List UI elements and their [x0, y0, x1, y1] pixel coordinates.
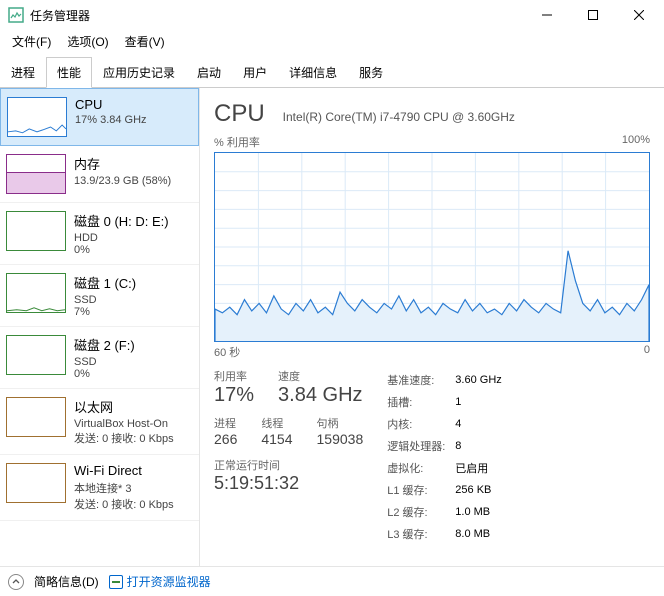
handle-value: 159038: [317, 431, 364, 447]
tab-users[interactable]: 用户: [232, 57, 278, 88]
spec-row: 虚拟化:已启用: [387, 458, 510, 478]
maximize-button[interactable]: [570, 0, 616, 30]
chart-label-bl: 60 秒: [214, 344, 240, 360]
spec-key: L3 缓存:: [387, 524, 453, 544]
thread-label: 线程: [261, 415, 292, 431]
spec-val: 1.0 MB: [455, 502, 509, 522]
app-icon: [8, 7, 24, 23]
close-button[interactable]: [616, 0, 662, 30]
sidebar: CPU 17% 3.84 GHz 内存 13.9/23.9 GB (58%) 磁…: [0, 88, 200, 566]
spec-key: 虚拟化:: [387, 458, 453, 478]
spec-key: 插槽:: [387, 392, 453, 412]
tab-services[interactable]: 服务: [348, 57, 394, 88]
menu-file[interactable]: 文件(F): [6, 31, 57, 52]
wifi-thumb: [6, 463, 66, 503]
sidebar-item-ethernet[interactable]: 以太网 VirtualBox Host-On 发送: 0 接收: 0 Kbps: [0, 389, 199, 455]
spec-key: 内核:: [387, 414, 453, 434]
sidebar-disk1-sub2: 7%: [74, 306, 136, 318]
tab-app-history[interactable]: 应用历史记录: [92, 57, 186, 88]
sidebar-disk0-title: 磁盘 0 (H: D: E:): [74, 211, 169, 230]
spec-key: L2 缓存:: [387, 502, 453, 522]
spec-val: 3.60 GHz: [455, 370, 509, 390]
spec-row: 内核:4: [387, 414, 510, 434]
menu-options[interactable]: 选项(O): [61, 31, 114, 52]
sidebar-disk2-sub2: 0%: [74, 368, 135, 380]
spec-row: L2 缓存:1.0 MB: [387, 502, 510, 522]
memory-thumb: [6, 154, 66, 194]
sidebar-wifi-sub2: 发送: 0 接收: 0 Kbps: [74, 496, 174, 512]
cpu-spec-table: 基准速度:3.60 GHz插槽:1内核:4逻辑处理器:8虚拟化:已启用L1 缓存…: [385, 368, 512, 546]
tab-performance[interactable]: 性能: [46, 57, 92, 88]
sidebar-mem-sub: 13.9/23.9 GB (58%): [74, 175, 171, 187]
sidebar-disk0-sub2: 0%: [74, 244, 169, 256]
spec-row: L3 缓存:8.0 MB: [387, 524, 510, 544]
spec-val: 已启用: [455, 458, 509, 478]
cpu-thumb: [7, 97, 67, 137]
sidebar-eth-title: 以太网: [74, 397, 174, 416]
sidebar-item-memory[interactable]: 内存 13.9/23.9 GB (58%): [0, 146, 199, 203]
tab-processes[interactable]: 进程: [0, 57, 46, 88]
tab-startup[interactable]: 启动: [186, 57, 232, 88]
spec-row: L1 缓存:256 KB: [387, 480, 510, 500]
sidebar-cpu-title: CPU: [75, 97, 147, 112]
page-title: CPU: [214, 100, 265, 128]
sidebar-item-disk1[interactable]: 磁盘 1 (C:) SSD 7%: [0, 265, 199, 327]
thread-value: 4154: [261, 431, 292, 447]
tab-details[interactable]: 详细信息: [278, 57, 348, 88]
sidebar-disk2-title: 磁盘 2 (F:): [74, 335, 135, 354]
spec-val: 1: [455, 392, 509, 412]
sidebar-disk1-sub1: SSD: [74, 294, 136, 306]
sidebar-item-disk2[interactable]: 磁盘 2 (F:) SSD 0%: [0, 327, 199, 389]
sidebar-wifi-sub1: 本地连接* 3: [74, 480, 174, 496]
cpu-chart: [214, 152, 650, 342]
sidebar-eth-sub1: VirtualBox Host-On: [74, 418, 174, 430]
uptime-value: 5:19:51:32: [214, 473, 363, 494]
spec-row: 基准速度:3.60 GHz: [387, 370, 510, 390]
sidebar-disk0-sub1: HDD: [74, 232, 169, 244]
resmon-icon: [109, 575, 123, 589]
sidebar-item-cpu[interactable]: CPU 17% 3.84 GHz: [0, 88, 199, 146]
open-resmon-label: 打开资源监视器: [127, 573, 211, 590]
cpu-model: Intel(R) Core(TM) i7-4790 CPU @ 3.60GHz: [283, 110, 515, 124]
sidebar-item-wifi[interactable]: Wi-Fi Direct 本地连接* 3 发送: 0 接收: 0 Kbps: [0, 455, 199, 521]
util-label: 利用率: [214, 368, 254, 384]
spec-key: 基准速度:: [387, 370, 453, 390]
spec-val: 256 KB: [455, 480, 509, 500]
sidebar-wifi-title: Wi-Fi Direct: [74, 463, 174, 478]
proc-label: 进程: [214, 415, 237, 431]
spec-key: 逻辑处理器:: [387, 436, 453, 456]
spec-val: 8.0 MB: [455, 524, 509, 544]
sidebar-item-disk0[interactable]: 磁盘 0 (H: D: E:) HDD 0%: [0, 203, 199, 265]
handle-label: 句柄: [317, 415, 364, 431]
spec-val: 4: [455, 414, 509, 434]
chart-label-tl: % 利用率: [214, 134, 260, 150]
speed-label: 速度: [278, 368, 362, 384]
disk2-thumb: [6, 335, 66, 375]
proc-value: 266: [214, 431, 237, 447]
util-value: 17%: [214, 384, 254, 407]
chevron-up-icon[interactable]: [8, 574, 24, 590]
sidebar-mem-title: 内存: [74, 154, 171, 173]
menu-view[interactable]: 查看(V): [119, 31, 171, 52]
speed-value: 3.84 GHz: [278, 384, 362, 407]
window-title: 任务管理器: [30, 7, 524, 24]
chart-label-br: 0: [644, 344, 650, 360]
disk1-thumb: [6, 273, 66, 313]
sidebar-cpu-sub: 17% 3.84 GHz: [75, 114, 147, 126]
brief-info-link[interactable]: 简略信息(D): [34, 573, 99, 590]
spec-key: L1 缓存:: [387, 480, 453, 500]
uptime-label: 正常运行时间: [214, 457, 363, 473]
sidebar-disk2-sub1: SSD: [74, 356, 135, 368]
spec-row: 逻辑处理器:8: [387, 436, 510, 456]
spec-val: 8: [455, 436, 509, 456]
chart-label-tr: 100%: [622, 134, 650, 150]
minimize-button[interactable]: [524, 0, 570, 30]
sidebar-disk1-title: 磁盘 1 (C:): [74, 273, 136, 292]
disk0-thumb: [6, 211, 66, 251]
eth-thumb: [6, 397, 66, 437]
open-resmon-link[interactable]: 打开资源监视器: [109, 573, 211, 590]
spec-row: 插槽:1: [387, 392, 510, 412]
sidebar-eth-sub2: 发送: 0 接收: 0 Kbps: [74, 430, 174, 446]
